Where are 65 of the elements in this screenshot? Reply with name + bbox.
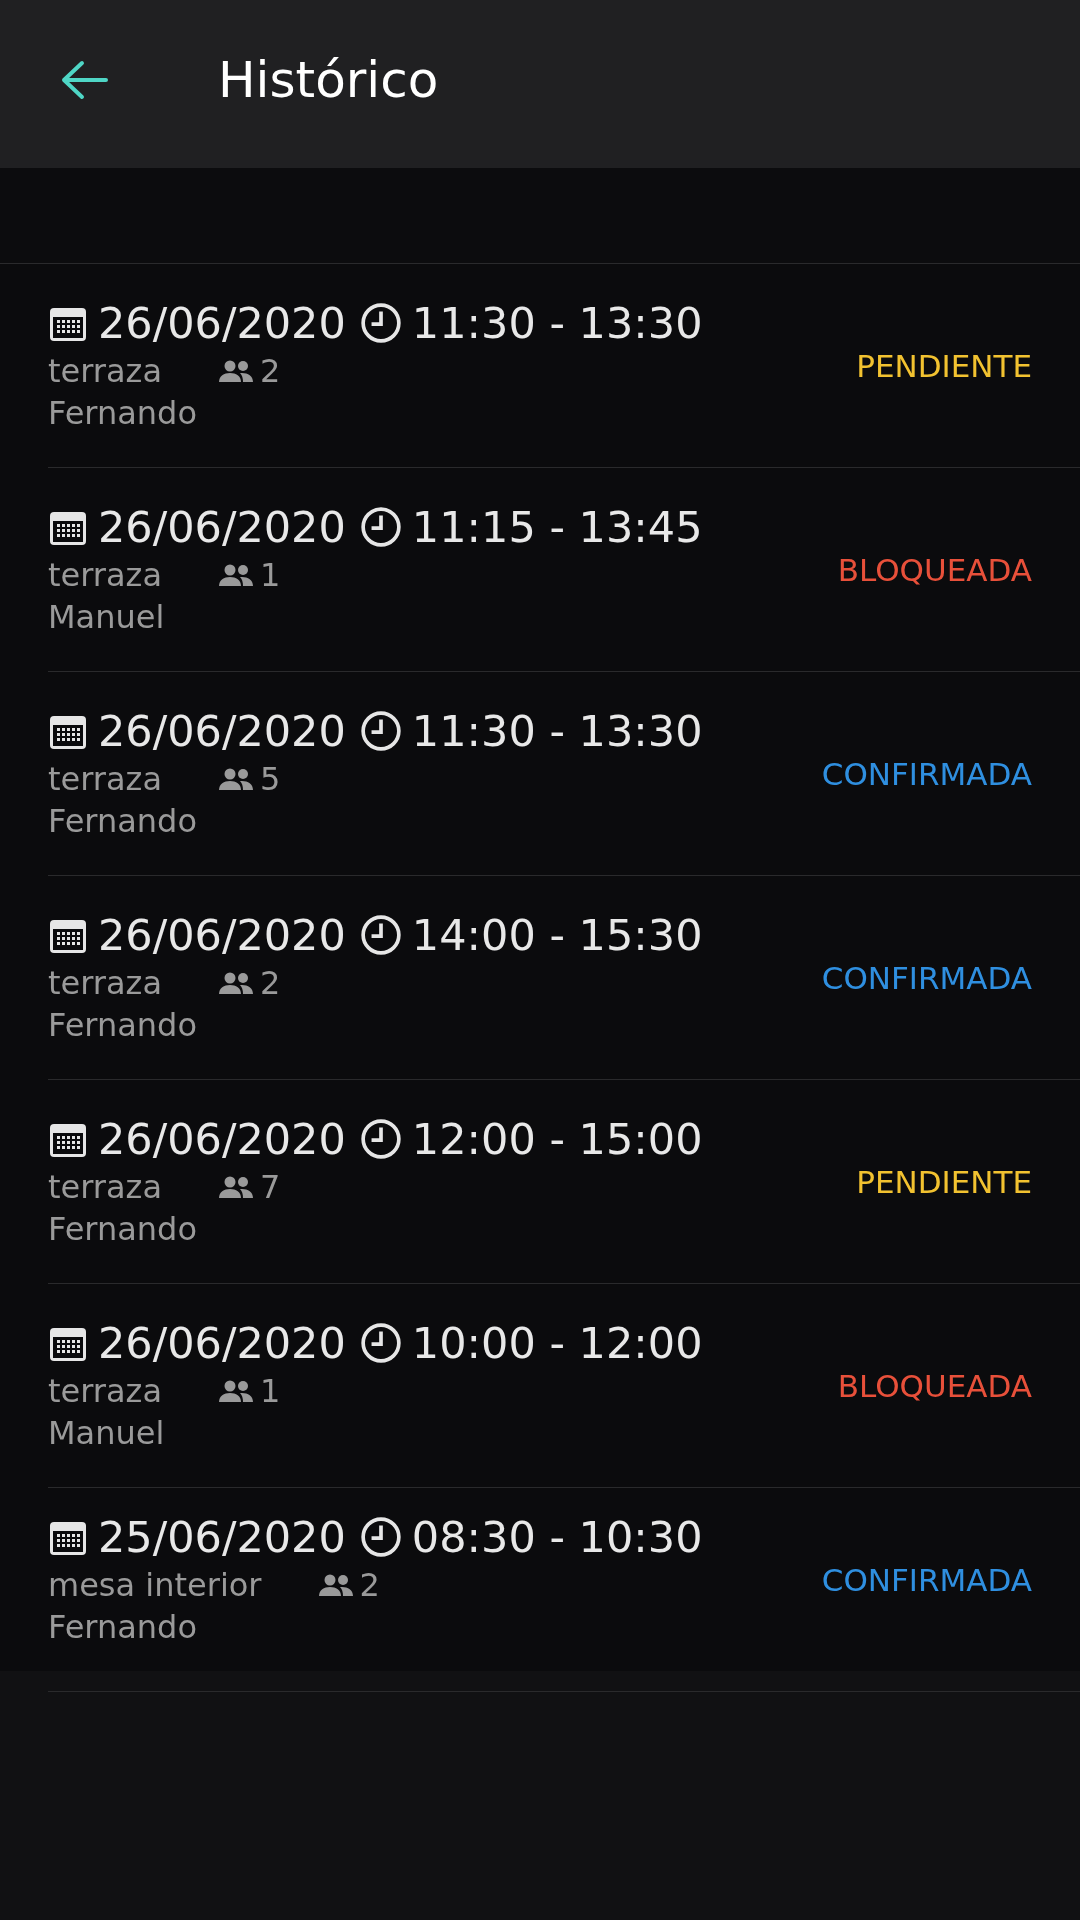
clock-icon (359, 301, 402, 344)
time-range: 08:30 - 10:30 (411, 1511, 703, 1562)
status-label: PENDIENTE (856, 347, 1032, 384)
back-icon[interactable] (60, 60, 108, 100)
guest-count: 5 (260, 758, 281, 800)
status-label: CONFIRMADA (821, 959, 1032, 996)
customer-name: Fernando (48, 1606, 198, 1648)
guest-count: 2 (359, 1564, 380, 1606)
place-text: terraza (48, 350, 162, 392)
date-text: 26/06/2020 (98, 1113, 346, 1164)
date-text: 26/06/2020 (98, 1317, 346, 1368)
customer-name: Fernando (48, 1208, 198, 1250)
people-icon (218, 358, 254, 383)
status-label: PENDIENTE (856, 1163, 1032, 1200)
clock-icon (359, 1515, 402, 1558)
time-range: 12:00 - 15:00 (411, 1113, 703, 1164)
reservation-row[interactable]: 26/06/2020 12:00 - 15:00 terraza 7 Fernando PENDIENTE (48, 1080, 1080, 1284)
guest-count: 2 (260, 962, 281, 1004)
place-text: terraza (48, 1166, 162, 1208)
place-text: terraza (48, 758, 162, 800)
date-text: 26/06/2020 (98, 501, 346, 552)
reservation-row[interactable]: 26/06/2020 11:30 - 13:30 terraza 2 Fernando PENDIENTE (48, 264, 1080, 468)
people-icon (218, 1174, 254, 1199)
people-icon (218, 562, 254, 587)
clock-icon (359, 505, 402, 548)
time-range: 11:15 - 13:45 (411, 501, 703, 552)
reservation-row[interactable]: 26/06/2020 10:00 - 12:00 terraza 1 Manuel BLOQUEADA (48, 1284, 1080, 1488)
customer-name: Manuel (48, 1412, 166, 1454)
date-text: 26/06/2020 (98, 705, 346, 756)
time-range: 11:30 - 13:30 (411, 705, 703, 756)
status-label: BLOQUEADA (837, 1367, 1032, 1404)
page-title: Histórico (218, 51, 439, 109)
reservation-row[interactable]: 26/06/2020 11:15 - 13:45 terraza 1 Manuel BLOQUEADA (48, 468, 1080, 672)
place-text: terraza (48, 554, 162, 596)
clock-icon (359, 1321, 402, 1364)
customer-name: Fernando (48, 1004, 198, 1046)
customer-name: Fernando (48, 800, 198, 842)
clock-icon (359, 1117, 402, 1160)
guest-count: 1 (260, 1370, 281, 1412)
place-text: mesa interior (48, 1564, 262, 1606)
people-icon (218, 970, 254, 995)
time-range: 11:30 - 13:30 (411, 297, 703, 348)
date-text: 26/06/2020 (98, 297, 346, 348)
guest-count: 1 (260, 554, 281, 596)
place-text: terraza (48, 962, 162, 1004)
customer-name: Manuel (48, 596, 166, 638)
people-icon (317, 1572, 354, 1597)
status-label: BLOQUEADA (837, 551, 1032, 588)
place-text: terraza (48, 1370, 162, 1412)
customer-name: Fernando (48, 392, 198, 434)
reservation-row[interactable]: 26/06/2020 11:30 - 13:30 terraza 5 Fernando CONFIRMADA (48, 672, 1080, 876)
clock-icon (359, 709, 402, 752)
time-range: 14:00 - 15:30 (411, 909, 703, 960)
reservation-row[interactable]: 26/06/2020 14:00 - 15:30 terraza 2 Fernando CONFIRMADA (48, 876, 1080, 1080)
date-text: 26/06/2020 (98, 909, 346, 960)
status-label: CONFIRMADA (821, 1561, 1032, 1598)
date-text: 25/06/2020 (98, 1511, 346, 1562)
status-label: CONFIRMADA (821, 755, 1032, 792)
people-icon (218, 1378, 254, 1403)
clock-icon (359, 913, 402, 956)
guest-count: 2 (260, 350, 281, 392)
people-icon (218, 766, 254, 791)
guest-count: 7 (260, 1166, 281, 1208)
time-range: 10:00 - 12:00 (411, 1317, 703, 1368)
reservation-row[interactable]: 25/06/2020 08:30 - 10:30 mesa interior 2 Fernando CONFIRMADA (48, 1488, 1080, 1671)
